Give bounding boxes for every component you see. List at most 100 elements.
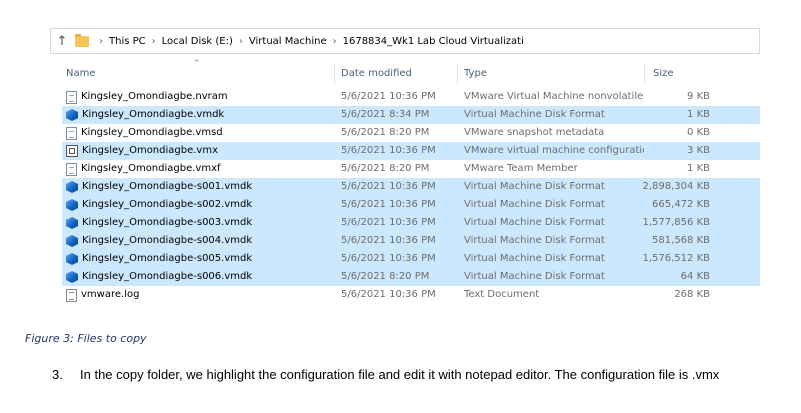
file-row[interactable]: Kingsley_Omondiagbe.vmsd 5/6/2021 8:20 PM… — [62, 124, 760, 142]
file-name-cell[interactable]: Kingsley_Omondiagbe.vmsd — [66, 124, 223, 142]
file-date: 5/6/2021 10:36 PM — [341, 181, 436, 192]
file-size: 64 KB — [680, 271, 710, 282]
file-name: Kingsley_Omondiagbe-s002.vmdk — [82, 199, 253, 210]
figure-caption: Figure 3: Files to copy — [25, 332, 147, 345]
file-size: 1 KB — [687, 163, 710, 174]
file-size: 1,577,856 KB — [642, 217, 711, 228]
chevron-right-icon: › — [151, 35, 156, 47]
file-name: Kingsley_Omondiagbe-s005.vmdk — [82, 253, 253, 264]
file-date: 5/6/2021 8:20 PM — [341, 163, 430, 174]
vmdk-cube-icon — [66, 253, 78, 265]
file-name-cell[interactable]: Kingsley_Omondiagbe.vmdk — [66, 106, 224, 124]
file-type: Virtual Machine Disk Format — [464, 217, 605, 228]
document-icon — [66, 126, 77, 140]
file-name: Kingsley_Omondiagbe.vmdk — [82, 109, 225, 120]
file-name: Kingsley_Omondiagbe.vmx — [82, 145, 219, 156]
file-row[interactable]: Kingsley_Omondiagbe-s006.vmdk 5/6/2021 8:… — [62, 268, 760, 286]
column-header-size[interactable]: Size — [653, 68, 674, 79]
file-type: Virtual Machine Disk Format — [464, 109, 605, 120]
file-date: 5/6/2021 10:36 PM — [341, 253, 436, 264]
file-name-cell[interactable]: Kingsley_Omondiagbe-s003.vmdk — [66, 214, 252, 232]
column-header-name[interactable]: Name — [66, 68, 96, 79]
file-date: 5/6/2021 10:36 PM — [341, 91, 436, 102]
document-icon — [66, 162, 77, 176]
file-size: 2,898,304 KB — [642, 181, 711, 192]
breadcrumb-local-disk[interactable]: Local Disk (E:) — [162, 36, 233, 47]
file-name: Kingsley_Omondiagbe-s001.vmdk — [82, 181, 253, 192]
chevron-right-icon: › — [238, 35, 243, 47]
file-date: 5/6/2021 10:36 PM — [341, 235, 436, 246]
file-type: Virtual Machine Disk Format — [464, 199, 605, 210]
file-row[interactable]: Kingsley_Omondiagbe.vmxf 5/6/2021 8:20 PM… — [62, 160, 760, 178]
step-text: In the copy folder, we highlight the con… — [80, 367, 720, 382]
file-name-cell[interactable]: Kingsley_Omondiagbe-s002.vmdk — [66, 196, 252, 214]
chevron-right-icon: › — [99, 35, 103, 47]
file-row[interactable]: vmware.log 5/6/2021 10:36 PM Text Document… — [62, 286, 760, 304]
file-type: VMware snapshot metadata — [464, 127, 605, 138]
file-row[interactable]: Kingsley_Omondiagbe-s003.vmdk 5/6/2021 10… — [62, 214, 760, 232]
column-header-type[interactable]: Type — [464, 68, 487, 79]
log-file-icon — [66, 288, 77, 302]
file-type: Text Document — [464, 289, 540, 300]
file-type: Virtual Machine Disk Format — [464, 235, 605, 246]
file-name-cell[interactable]: Kingsley_Omondiagbe-s005.vmdk — [66, 250, 252, 268]
breadcrumb-this-pc[interactable]: This PC — [109, 36, 146, 47]
column-divider[interactable] — [644, 64, 645, 84]
vmdk-cube-icon — [66, 181, 78, 193]
file-type: VMware Team Member — [464, 163, 578, 174]
sort-ascending-icon: ⌃ — [193, 59, 201, 69]
file-row[interactable]: Kingsley_Omondiagbe-s004.vmdk 5/6/2021 10… — [62, 232, 760, 250]
file-date: 5/6/2021 10:36 PM — [341, 289, 436, 300]
column-divider[interactable] — [334, 64, 335, 84]
chevron-right-icon: › — [332, 35, 337, 47]
file-size: 3 KB — [687, 145, 710, 156]
file-name: Kingsley_Omondiagbe-s004.vmdk — [82, 235, 253, 246]
file-row[interactable]: Kingsley_Omondiagbe-s001.vmdk 5/6/2021 10… — [62, 178, 760, 196]
file-list: Kingsley_Omondiagbe.nvram 5/6/2021 10:36 … — [62, 88, 760, 304]
vmdk-cube-icon — [66, 217, 78, 229]
file-type: Virtual Machine Disk Format — [464, 271, 605, 282]
vmdk-cube-icon — [66, 109, 78, 121]
file-row[interactable]: Kingsley_Omondiagbe.nvram 5/6/2021 10:36 … — [62, 88, 760, 106]
file-name-cell[interactable]: Kingsley_Omondiagbe.nvram — [66, 88, 228, 106]
step-number: 3. — [52, 367, 63, 382]
file-type: VMware Virtual Machine nonvolatile ... — [464, 91, 644, 102]
file-size: 9 KB — [687, 91, 710, 102]
breadcrumb-current-folder[interactable]: 1678834_Wk1 Lab Cloud Virtualizati — [343, 36, 524, 47]
file-size: 0 KB — [687, 127, 710, 138]
up-arrow-icon[interactable]: ↑ — [53, 34, 71, 49]
file-type: Virtual Machine Disk Format — [464, 253, 605, 264]
file-date: 5/6/2021 8:20 PM — [341, 127, 430, 138]
column-header-date[interactable]: Date modified — [341, 68, 412, 79]
file-name-cell[interactable]: vmware.log — [66, 286, 139, 304]
file-row[interactable]: Kingsley_Omondiagbe.vmdk 5/6/2021 8:34 PM… — [62, 106, 760, 124]
file-type: Virtual Machine Disk Format — [464, 181, 605, 192]
column-divider[interactable] — [457, 64, 458, 84]
file-name-cell[interactable]: Kingsley_Omondiagbe.vmxf — [66, 160, 221, 178]
folder-icon — [75, 33, 89, 47]
vmx-config-icon — [66, 145, 78, 157]
address-bar[interactable]: ↑ › This PC › Local Disk (E:) › Virtual … — [50, 28, 760, 54]
file-name-cell[interactable]: Kingsley_Omondiagbe-s001.vmdk — [66, 178, 252, 196]
file-date: 5/6/2021 10:36 PM — [341, 217, 436, 228]
file-name-cell[interactable]: Kingsley_Omondiagbe-s004.vmdk — [66, 232, 252, 250]
file-name: Kingsley_Omondiagbe.vmsd — [81, 127, 223, 138]
vmdk-cube-icon — [66, 235, 78, 247]
file-name-cell[interactable]: Kingsley_Omondiagbe.vmx — [66, 142, 218, 160]
file-name-cell[interactable]: Kingsley_Omondiagbe-s006.vmdk — [66, 268, 252, 286]
file-row[interactable]: Kingsley_Omondiagbe-s002.vmdk 5/6/2021 10… — [62, 196, 760, 214]
column-headers: ⌃ Name Date modified Type Size — [50, 59, 760, 84]
file-date: 5/6/2021 10:36 PM — [341, 199, 436, 210]
vmdk-cube-icon — [66, 271, 78, 283]
file-date: 5/6/2021 10:36 PM — [341, 145, 436, 156]
file-name: vmware.log — [81, 289, 140, 300]
file-row[interactable]: Kingsley_Omondiagbe.vmx 5/6/2021 10:36 PM… — [62, 142, 760, 160]
breadcrumb-virtual-machine[interactable]: Virtual Machine — [249, 36, 327, 47]
file-date: 5/6/2021 8:20 PM — [341, 271, 430, 282]
file-size: 1,576,512 KB — [642, 253, 711, 264]
file-name: Kingsley_Omondiagbe-s006.vmdk — [82, 271, 253, 282]
file-row[interactable]: Kingsley_Omondiagbe-s005.vmdk 5/6/2021 10… — [62, 250, 760, 268]
file-date: 5/6/2021 8:34 PM — [341, 109, 430, 120]
file-size: 268 KB — [674, 289, 710, 300]
file-explorer-window: ↑ › This PC › Local Disk (E:) › Virtual … — [50, 28, 760, 308]
